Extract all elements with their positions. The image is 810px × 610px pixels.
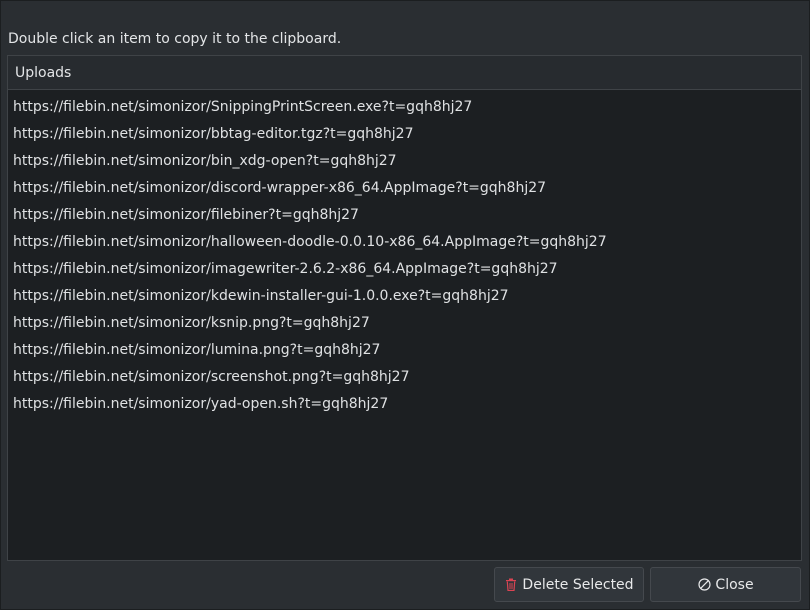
list-item[interactable]: https://filebin.net/simonizor/discord-wr… — [8, 175, 801, 202]
instruction-text: Double click an item to copy it to the c… — [8, 31, 342, 47]
dialog-window: Double click an item to copy it to the c… — [0, 0, 810, 610]
list-item[interactable]: https://filebin.net/simonizor/bbtag-edit… — [8, 121, 801, 148]
close-button[interactable]: Close — [650, 567, 801, 602]
list-item[interactable]: https://filebin.net/simonizor/ksnip.png?… — [8, 310, 801, 337]
list-item[interactable]: https://filebin.net/simonizor/bin_xdg-op… — [8, 148, 801, 175]
list-item[interactable]: https://filebin.net/simonizor/imagewrite… — [8, 256, 801, 283]
list-item[interactable]: https://filebin.net/simonizor/lumina.png… — [8, 337, 801, 364]
button-row: Delete Selected Close — [494, 567, 801, 602]
list-item[interactable]: https://filebin.net/simonizor/kdewin-ins… — [8, 283, 801, 310]
list-item[interactable]: https://filebin.net/simonizor/halloween-… — [8, 229, 801, 256]
trash-icon — [504, 578, 518, 592]
close-label: Close — [715, 576, 754, 593]
uploads-list[interactable]: Uploads https://filebin.net/simonizor/Sn… — [7, 55, 802, 561]
list-items: https://filebin.net/simonizor/SnippingPr… — [8, 90, 801, 418]
delete-selected-button[interactable]: Delete Selected — [494, 567, 644, 602]
list-header[interactable]: Uploads — [8, 56, 801, 90]
list-item[interactable]: https://filebin.net/simonizor/SnippingPr… — [8, 94, 801, 121]
list-item[interactable]: https://filebin.net/simonizor/yad-open.s… — [8, 391, 801, 418]
list-item[interactable]: https://filebin.net/simonizor/filebiner?… — [8, 202, 801, 229]
list-item[interactable]: https://filebin.net/simonizor/screenshot… — [8, 364, 801, 391]
cancel-icon — [697, 578, 711, 592]
delete-selected-label: Delete Selected — [522, 576, 634, 593]
